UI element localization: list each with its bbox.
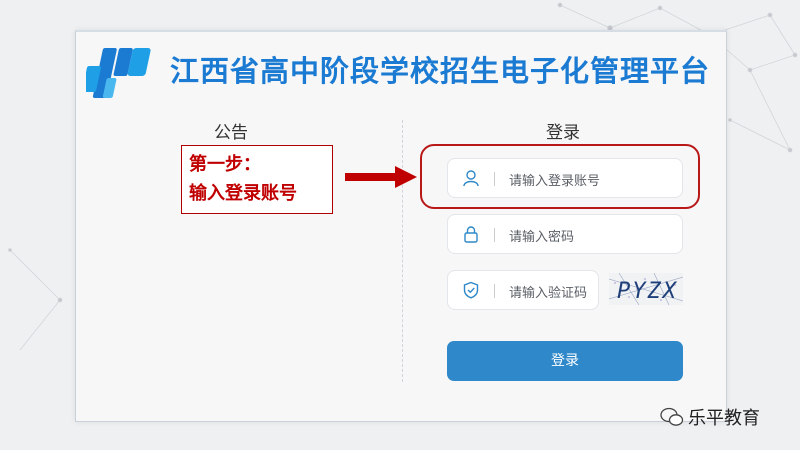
login-section-title: 登录 bbox=[546, 123, 580, 143]
lock-icon bbox=[464, 226, 478, 243]
username-placeholder: 请输入登录账号 bbox=[509, 174, 601, 189]
section-divider bbox=[402, 120, 403, 382]
username-field[interactable]: 请输入登录账号 bbox=[447, 158, 683, 198]
captcha-field[interactable]: 请输入验证码 bbox=[447, 270, 599, 310]
password-field[interactable]: 请输入密码 bbox=[447, 214, 683, 254]
user-icon bbox=[463, 170, 479, 187]
captcha-text: PYZX bbox=[617, 279, 678, 304]
arrow-right-icon bbox=[345, 166, 417, 188]
captcha-placeholder: 请输入验证码 bbox=[509, 286, 588, 301]
shield-check-icon bbox=[463, 281, 479, 299]
watermark: 乐平教育 bbox=[660, 404, 760, 430]
login-button[interactable]: 登录 bbox=[447, 341, 683, 381]
password-placeholder: 请输入密码 bbox=[509, 230, 575, 245]
step-annotation-line2: 输入登录账号 bbox=[189, 183, 297, 204]
notice-section-title: 公告 bbox=[214, 123, 248, 143]
step-annotation: 第一步： 输入登录账号 bbox=[181, 145, 333, 214]
field-separator bbox=[494, 228, 495, 242]
wechat-icon bbox=[660, 407, 684, 426]
field-separator bbox=[494, 284, 495, 298]
field-separator bbox=[494, 172, 495, 186]
step-annotation-line1: 第一步： bbox=[189, 154, 261, 175]
captcha-image[interactable]: PYZX bbox=[609, 273, 683, 305]
page-title: 江西省高中阶段学校招生电子化管理平台 bbox=[170, 54, 711, 88]
watermark-text: 乐平教育 bbox=[688, 408, 760, 429]
platform-logo-icon bbox=[86, 48, 151, 98]
